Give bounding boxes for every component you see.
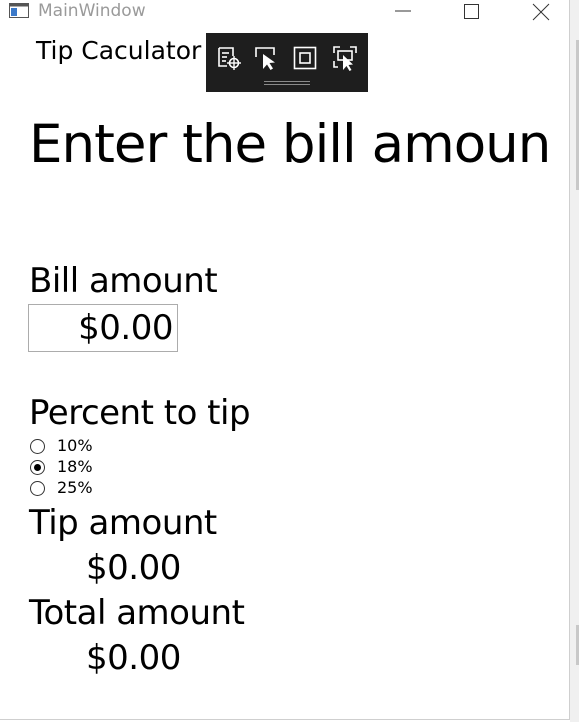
close-icon bbox=[532, 3, 550, 21]
display-layout-adorners-icon[interactable] bbox=[292, 45, 318, 71]
select-element-icon[interactable] bbox=[253, 45, 279, 71]
window-caption-label: Tip Caculator bbox=[36, 36, 202, 65]
minimize-icon bbox=[395, 10, 411, 12]
track-focused-element-icon[interactable] bbox=[332, 45, 358, 71]
minimize-button[interactable] bbox=[380, 0, 426, 22]
tip-option-25[interactable]: 25% bbox=[30, 478, 93, 498]
close-button[interactable] bbox=[518, 0, 564, 22]
radio-button[interactable] bbox=[30, 480, 45, 496]
main-window: MainWindow Tip Caculator Enter the bill … bbox=[0, 0, 570, 720]
window-title: MainWindow bbox=[38, 1, 146, 21]
background-window-edge bbox=[570, 0, 579, 722]
app-icon bbox=[9, 3, 29, 18]
radio-dot bbox=[34, 463, 41, 471]
xaml-debug-toolbar bbox=[206, 33, 368, 92]
page-heading: Enter the bill amount bbox=[29, 114, 547, 175]
toolbar-drag-handle[interactable] bbox=[264, 81, 310, 85]
bill-amount-label: Bill amount bbox=[29, 261, 218, 301]
tip-option-label: 10% bbox=[57, 436, 93, 455]
bill-amount-input[interactable]: $0.00 bbox=[28, 304, 178, 352]
maximize-icon bbox=[464, 4, 479, 19]
radio-button[interactable] bbox=[30, 438, 45, 454]
tip-option-18[interactable]: 18% bbox=[30, 457, 93, 477]
live-visual-tree-icon[interactable] bbox=[216, 45, 242, 71]
tip-amount-value: $0.00 bbox=[86, 548, 181, 588]
title-bar[interactable]: MainWindow bbox=[0, 0, 569, 22]
tip-amount-label: Tip amount bbox=[29, 503, 217, 543]
tip-option-label: 25% bbox=[57, 478, 93, 497]
maximize-button[interactable] bbox=[448, 0, 494, 22]
tip-option-10[interactable]: 10% bbox=[30, 436, 93, 456]
total-amount-value: $0.00 bbox=[86, 638, 181, 678]
tip-option-label: 18% bbox=[57, 457, 93, 476]
total-amount-label: Total amount bbox=[29, 593, 245, 633]
percent-to-tip-label: Percent to tip bbox=[29, 393, 251, 433]
radio-button-selected[interactable] bbox=[30, 459, 45, 475]
